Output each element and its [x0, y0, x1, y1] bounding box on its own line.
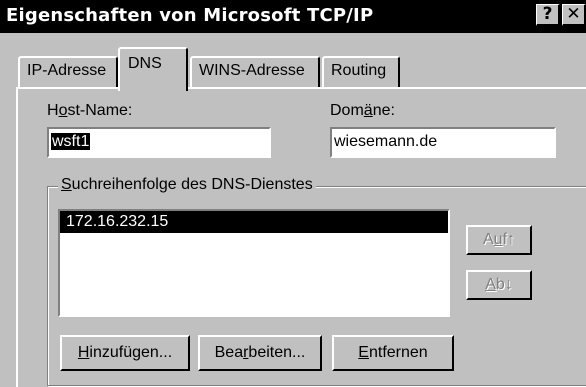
- domain-label: Domäne:: [330, 102, 395, 119]
- close-icon: ✕: [566, 4, 581, 24]
- add-button[interactable]: Hinzufügen...: [60, 335, 190, 371]
- tab-ip-adresse-label: IP-Adresse: [27, 62, 107, 79]
- tab-ip-adresse[interactable]: IP-Adresse: [18, 56, 118, 88]
- edit-button[interactable]: Bearbeiten...: [198, 335, 322, 371]
- move-down-button[interactable]: Ab↓: [466, 270, 532, 300]
- list-item[interactable]: 172.16.232.15: [60, 211, 448, 233]
- host-name-input[interactable]: wsft1: [47, 127, 271, 158]
- title-bar: Eigenschaften von Microsoft TCP/IP ? ✕: [0, 0, 586, 33]
- tab-dns[interactable]: DNS: [118, 47, 188, 91]
- remove-button[interactable]: Entfernen: [332, 335, 454, 371]
- tab-routing-label: Routing: [331, 62, 387, 79]
- tab-dns-label: DNS: [128, 55, 162, 72]
- window-title: Eigenschaften von Microsoft TCP/IP: [6, 5, 374, 26]
- host-name-label: Host-Name:: [47, 102, 133, 119]
- tab-routing[interactable]: Routing: [322, 56, 400, 88]
- host-name-value: wsft1: [51, 133, 91, 150]
- tab-wins-adresse-label: WINS-Adresse: [199, 62, 305, 79]
- help-button[interactable]: ?: [536, 4, 560, 26]
- dns-server-list[interactable]: 172.16.232.15: [58, 209, 450, 317]
- dns-order-legend: Suchreihenfolge des DNS-Dienstes: [58, 176, 316, 194]
- tab-wins-adresse[interactable]: WINS-Adresse: [190, 56, 320, 88]
- domain-input[interactable]: wiesemann.de: [330, 127, 556, 158]
- move-up-button[interactable]: Auf↑: [466, 225, 532, 255]
- domain-value: wiesemann.de: [334, 133, 438, 150]
- close-button[interactable]: ✕: [562, 4, 586, 26]
